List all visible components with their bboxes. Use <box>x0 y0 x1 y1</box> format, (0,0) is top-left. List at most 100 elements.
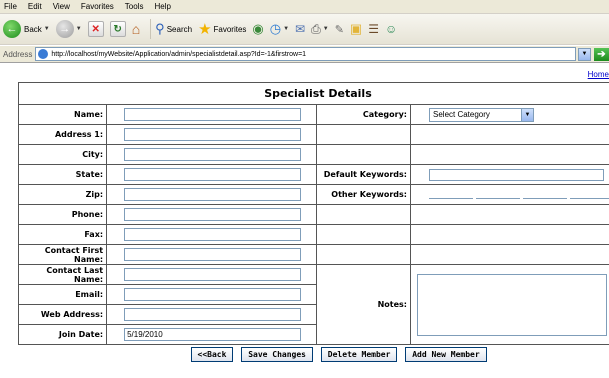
stop-icon: ✕ <box>87 21 104 37</box>
search-label: Search <box>166 24 193 34</box>
category-selected-value: Select Category <box>433 110 490 119</box>
back-button[interactable]: <<Back <box>190 347 234 363</box>
chevron-down-icon[interactable]: ▼ <box>44 26 50 32</box>
page-title: Specialist Details <box>18 82 609 105</box>
toolbar-divider <box>150 19 152 39</box>
menu-favorites[interactable]: Favorites <box>81 2 114 11</box>
history-icon: ◷ <box>269 21 282 36</box>
other-keyword-field[interactable] <box>429 197 473 199</box>
fax-field[interactable] <box>124 228 302 241</box>
state-field[interactable] <box>124 168 302 181</box>
home-link[interactable]: Home <box>588 70 609 79</box>
address1-field[interactable] <box>124 128 302 141</box>
name-label: Name: <box>17 104 108 125</box>
history-button[interactable]: ◷ ▼ <box>270 21 289 37</box>
stop-button[interactable]: ✕ <box>87 21 104 37</box>
home-button[interactable]: ⌂ <box>132 21 140 37</box>
page-icon <box>38 49 49 59</box>
notes-textarea[interactable] <box>417 273 607 336</box>
empty-cell <box>410 244 609 265</box>
zip-label: Zip: <box>17 184 108 205</box>
phone-field[interactable] <box>124 208 302 221</box>
join-date-field[interactable]: 5/19/2010 <box>124 328 302 341</box>
empty-cell <box>315 124 412 145</box>
button-row: <<Back Save Changes Delete Member Add Ne… <box>19 345 609 365</box>
save-changes-button[interactable]: Save Changes <box>241 347 313 363</box>
other-keyword-field[interactable] <box>523 197 567 199</box>
mail-icon: ✉ <box>295 22 306 36</box>
folder-icon: ▣ <box>349 21 363 36</box>
print-button[interactable]: ⎙ ▼ <box>311 22 329 37</box>
edit-button[interactable]: ✎ <box>335 23 344 36</box>
contact-first-name-field[interactable] <box>124 248 302 261</box>
forward-button[interactable]: → ▼ <box>55 20 82 38</box>
menu-help[interactable]: Help <box>154 2 170 11</box>
chevron-down-icon[interactable]: ▼ <box>578 47 591 61</box>
chevron-down-icon[interactable]: ▼ <box>323 26 329 32</box>
home-icon: ⌂ <box>131 21 141 37</box>
default-keywords-field[interactable] <box>429 168 604 181</box>
specialist-form: Specialist Details Name: Category: Selec… <box>17 82 609 365</box>
contact-last-name-label: Contact Last Name: <box>17 264 108 285</box>
go-arrow-icon[interactable]: ➔ <box>594 47 609 61</box>
address-label: Address <box>3 49 33 59</box>
category-select[interactable]: Select Category ▼ <box>429 107 534 122</box>
chevron-down-icon[interactable]: ▼ <box>76 26 82 32</box>
empty-cell <box>315 244 412 265</box>
edit-icon: ✎ <box>334 23 344 36</box>
search-icon: ⚲ <box>155 21 165 36</box>
address1-label: Address 1: <box>17 124 108 145</box>
chevron-down-icon[interactable]: ▼ <box>283 26 289 32</box>
other-keywords-label: Other Keywords: <box>315 184 412 205</box>
empty-cell <box>410 224 609 245</box>
messenger-button[interactable]: ☺ <box>385 22 397 36</box>
empty-cell <box>410 144 609 165</box>
default-keywords-label: Default Keywords: <box>315 164 412 185</box>
menu-tools[interactable]: Tools <box>125 2 144 11</box>
research-button[interactable]: ☰ <box>368 22 379 36</box>
menu-file[interactable]: File <box>4 2 17 11</box>
contact-last-name-field[interactable] <box>124 268 302 281</box>
search-button[interactable]: ⚲ Search <box>155 21 192 37</box>
favorites-button[interactable]: ★ Favorites <box>198 20 246 38</box>
address-input[interactable]: http://localhost/myWebsite/Application/a… <box>35 47 576 61</box>
notes-label: Notes: <box>315 264 412 345</box>
city-field[interactable] <box>124 148 302 161</box>
mail-button[interactable]: ✉ <box>295 22 305 36</box>
favorites-label: Favorites <box>213 24 247 34</box>
back-label: Back <box>24 24 42 34</box>
empty-cell <box>315 204 412 225</box>
toolbar: ← Back ▼ → ▼ ✕ ↻ ⌂ ⚲ Search ★ Favorites … <box>0 14 609 45</box>
media-button[interactable]: ◉ <box>252 21 263 37</box>
city-label: City: <box>17 144 108 165</box>
other-keywords-fields <box>429 191 609 199</box>
menu-bar: File Edit View Favorites Tools Help <box>0 0 609 14</box>
refresh-button[interactable]: ↻ <box>109 21 126 37</box>
phone-label: Phone: <box>17 204 108 225</box>
join-date-label: Join Date: <box>17 324 108 345</box>
other-keyword-field[interactable] <box>570 197 609 199</box>
delete-member-button[interactable]: Delete Member <box>320 347 398 363</box>
back-button[interactable]: ← Back ▼ <box>3 20 50 38</box>
name-field[interactable] <box>124 108 302 121</box>
messenger-icon: ☺ <box>384 22 398 36</box>
email-label: Email: <box>17 284 108 305</box>
menu-edit[interactable]: Edit <box>28 2 42 11</box>
other-keyword-field[interactable] <box>476 197 520 199</box>
menu-view[interactable]: View <box>53 2 70 11</box>
empty-cell <box>315 224 412 245</box>
email-field[interactable] <box>124 288 302 301</box>
zip-field[interactable] <box>124 188 302 201</box>
contact-first-name-label: Contact First Name: <box>17 244 108 265</box>
folder-button[interactable]: ▣ <box>350 21 362 37</box>
forward-arrow-icon: → <box>55 20 74 38</box>
add-new-member-button[interactable]: Add New Member <box>405 347 487 363</box>
empty-cell <box>410 204 609 225</box>
web-address-field[interactable] <box>124 308 302 321</box>
web-address-label: Web Address: <box>17 304 108 325</box>
star-icon: ★ <box>198 21 212 38</box>
chevron-down-icon[interactable]: ▼ <box>521 108 533 121</box>
refresh-icon: ↻ <box>109 21 126 37</box>
research-icon: ☰ <box>368 22 379 36</box>
fax-label: Fax: <box>17 224 108 245</box>
